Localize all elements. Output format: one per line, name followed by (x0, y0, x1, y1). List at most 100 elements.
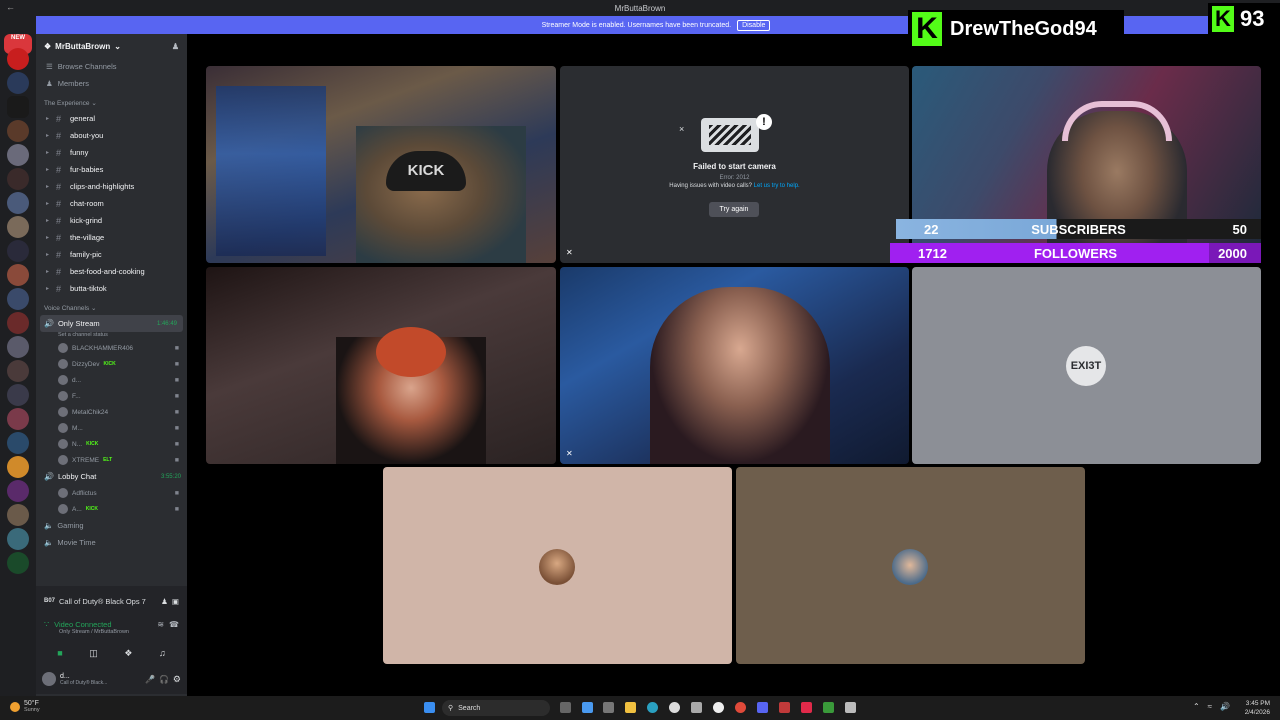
voice-channel-gaming[interactable]: 🔈 Gaming (36, 517, 187, 534)
text-channel-item[interactable]: ▸ # best-food-and-cooking (36, 263, 187, 280)
text-channel-item[interactable]: ▸ # butta-tiktok (36, 280, 187, 297)
store-icon[interactable] (603, 702, 614, 713)
app-icon[interactable] (669, 702, 680, 713)
disable-streamer-mode-button[interactable]: Disable (737, 19, 771, 31)
activities-icon[interactable]: ❖ (124, 648, 132, 659)
help-link[interactable]: Let us try to help. (754, 183, 800, 189)
voice-user[interactable]: DizzyDev KICK ■ (36, 356, 187, 372)
category-header[interactable]: The Experience ⌄ (36, 96, 187, 110)
network-icon[interactable]: ≈ (1208, 702, 1212, 711)
voice-user[interactable]: MetalChik24 ■ (36, 404, 187, 420)
server-icon[interactable] (7, 432, 29, 454)
server-icon[interactable] (7, 312, 29, 334)
app-icon[interactable] (691, 702, 702, 713)
chrome-icon[interactable] (735, 702, 746, 713)
server-icon[interactable] (7, 72, 29, 94)
server-icon[interactable] (7, 408, 29, 430)
edge-icon[interactable] (647, 702, 658, 713)
server-icon[interactable] (7, 288, 29, 310)
app-icon[interactable] (801, 702, 812, 713)
server-icon[interactable] (7, 96, 29, 118)
voice-channel-movie[interactable]: 🔈 Movie Time (36, 534, 187, 551)
add-member-icon[interactable]: ♟ (172, 42, 179, 51)
task-view-icon[interactable] (560, 702, 571, 713)
server-icon[interactable] (7, 552, 29, 574)
server-icon[interactable] (7, 168, 29, 190)
server-icon[interactable] (7, 384, 29, 406)
server-icon[interactable] (7, 480, 29, 502)
volume-icon[interactable]: 🔊 (1220, 702, 1230, 711)
app-icon[interactable] (845, 702, 856, 713)
voice-channel-lobby[interactable]: 🔊 Lobby Chat 3:55:20 (36, 468, 187, 485)
text-channel-item[interactable]: ▸ # about-you (36, 127, 187, 144)
server-icon[interactable] (7, 144, 29, 166)
voice-user[interactable]: M... ■ (36, 420, 187, 436)
video-tile[interactable]: KICK (206, 66, 556, 263)
members-button[interactable]: ♟ Members (36, 75, 187, 92)
try-again-button[interactable]: Try again (709, 202, 759, 217)
voice-connection-panel: ∵ Video Connected ≋ ☎ Only Stream / MrBu… (36, 616, 187, 642)
channel-status[interactable]: Set a channel status (36, 332, 187, 340)
text-channel-item[interactable]: ▸ # clips-and-highlights (36, 178, 187, 195)
app-icon[interactable] (779, 702, 790, 713)
screenshare-icon[interactable]: ◫ (89, 648, 98, 659)
soundboard-icon[interactable]: ♫ (159, 648, 166, 658)
xbox-icon[interactable] (713, 702, 724, 713)
voice-channel-only-stream[interactable]: 🔊 Only Stream 1:46:49 (40, 315, 183, 332)
file-explorer-icon[interactable] (625, 702, 636, 713)
copilot-icon[interactable] (582, 702, 593, 713)
stream-icon[interactable]: ▣ (172, 597, 179, 606)
server-icon[interactable] (7, 216, 29, 238)
text-channel-item[interactable]: ▸ # the-village (36, 229, 187, 246)
invite-icon[interactable]: ♟ (161, 597, 168, 606)
server-icon[interactable] (7, 336, 29, 358)
back-icon[interactable]: ← (6, 2, 15, 12)
server-icon[interactable] (7, 120, 29, 142)
voice-user[interactable]: Adflictus ■ (36, 485, 187, 501)
noise-suppression-icon[interactable]: ≋ (157, 620, 164, 629)
weather-widget[interactable]: 50°F Sunny (10, 700, 40, 713)
disconnect-icon[interactable]: ☎ (169, 620, 179, 629)
app-icon[interactable] (823, 702, 834, 713)
text-channel-item[interactable]: ▸ # fur-babies (36, 161, 187, 178)
server-icon[interactable] (7, 504, 29, 526)
text-channel-item[interactable]: ▸ # general (36, 110, 187, 127)
settings-icon[interactable]: ⚙ (173, 674, 181, 685)
taskbar-search[interactable]: ⚲ Search (442, 700, 550, 716)
text-channel-item[interactable]: ▸ # family-pic (36, 246, 187, 263)
video-tile[interactable] (206, 267, 556, 464)
server-icon[interactable] (7, 528, 29, 550)
avatar-tile[interactable] (383, 467, 732, 664)
voice-user[interactable]: d... ■ (36, 372, 187, 388)
microphone-icon[interactable]: 🎤 (145, 675, 155, 684)
taskbar-clock[interactable]: 3:45 PM 2/4/2026 (1245, 699, 1270, 717)
server-icon[interactable] (7, 240, 29, 262)
server-icon[interactable] (7, 48, 29, 70)
server-header[interactable]: ❖ MrButtaBrown ⌄ ♟ (36, 34, 187, 58)
avatar-tile[interactable]: EXI3T (912, 267, 1261, 464)
video-tile[interactable]: ✕ (560, 267, 909, 464)
server-icon[interactable] (7, 192, 29, 214)
server-icon[interactable] (7, 264, 29, 286)
close-icon[interactable]: × (679, 124, 684, 134)
browse-channels-button[interactable]: ☰ Browse Channels (36, 58, 187, 75)
voice-user[interactable]: N... KICK ■ (36, 436, 187, 452)
avatar-tile[interactable] (736, 467, 1085, 664)
voice-user[interactable]: A... KICK ■ (36, 501, 187, 517)
discord-icon[interactable] (757, 702, 768, 713)
voice-user[interactable]: BLACKHAMMER406 ■ (36, 340, 187, 356)
text-channel-item[interactable]: ▸ # funny (36, 144, 187, 161)
server-icon[interactable] (7, 456, 29, 478)
headphones-icon[interactable]: 🎧 (159, 675, 169, 684)
voice-user[interactable]: F... ■ (36, 388, 187, 404)
text-channel-item[interactable]: ▸ # chat-room (36, 195, 187, 212)
avatar[interactable] (42, 672, 56, 686)
voice-user[interactable]: XTREME ELT ■ (36, 452, 187, 468)
server-icon[interactable] (7, 360, 29, 382)
voice-category-header[interactable]: Voice Channels ⌄ (36, 301, 187, 315)
chevron-up-icon[interactable]: ⌃ (1193, 702, 1200, 711)
windows-start-icon[interactable] (424, 702, 435, 713)
text-channel-item[interactable]: ▸ # kick-grind (36, 212, 187, 229)
camera-icon[interactable]: ■ (57, 648, 62, 658)
connection-status[interactable]: Video Connected (54, 620, 111, 629)
